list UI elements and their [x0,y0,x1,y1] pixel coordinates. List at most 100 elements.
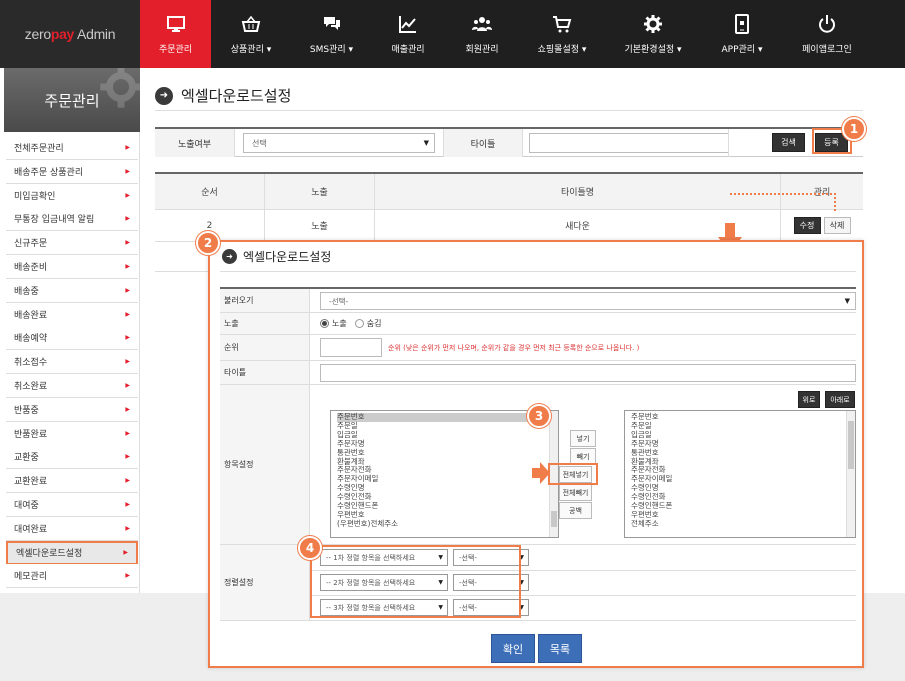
list-item[interactable]: 수령인핸드폰 [631,501,853,511]
title-filter-input[interactable] [529,133,729,153]
sidebar-item[interactable]: 무통장 입금내역 알림 ▶ [6,207,138,232]
sidebar-title: 주문관리 [4,68,140,132]
nav-item-member[interactable]: 회원관리 [444,0,520,68]
show-radio[interactable] [320,319,329,328]
sidebar-item-label: 대여중 [14,501,39,511]
nav-item-shop-settings[interactable]: 쇼핑몰설정 ▾ [520,0,604,68]
caret-down-icon: ▼ [423,139,429,147]
sidebar-item[interactable]: 대여완료 ▶ [6,516,138,541]
sidebar-item[interactable]: 교환중 ▶ [6,445,138,470]
list-item[interactable]: 주문자명 [631,439,853,449]
chevron-right-icon: ▶ [125,524,130,532]
step-badge-4: 4 [298,536,322,560]
rank-row: 순위 순위 (낮은 순위가 먼저 나오며, 순위가 같을 경우 먼저 최근 등록… [220,335,856,361]
nav-item-app[interactable]: APP관리 ▾ [702,0,782,68]
sidebar-item[interactable]: 배송주문 상품관리 ▶ [6,159,138,184]
list-item[interactable]: 통관번호 [631,448,853,458]
exposure-row: 노출 노출 숨김 [220,313,856,335]
arrow-right-icon [532,462,550,484]
sidebar-item-label: 배송주문 상품관리 [14,167,84,178]
move-up-button[interactable]: 위로 [798,391,820,408]
power-icon [819,14,835,33]
list-item[interactable]: 입금일 [631,430,853,440]
rank-input[interactable] [320,338,382,357]
sidebar-item[interactable]: 배송준비 ▶ [6,255,138,279]
list-item[interactable]: (우편번호)전체주소 [337,519,556,529]
page-title: ➜ 엑셀다운로드설정 [155,85,291,106]
list-button[interactable]: 목록 [538,634,582,663]
divider [155,110,863,111]
page-title-text: 엑셀다운로드설정 [181,87,292,105]
nav-item-product[interactable]: 상품관리 ▾ [211,0,291,68]
delete-button[interactable]: 삭제 [823,217,851,234]
chevron-right-icon: ▶ [125,572,130,580]
nav-item-basic-settings[interactable]: 기본환경설정 ▾ [604,0,702,68]
sidebar-item[interactable]: 메모관리 ▶ [6,564,138,589]
step-badge-3: 3 [527,404,551,428]
exposure-label: 노출 [220,313,310,334]
list-item[interactable]: 입금일 [337,430,556,440]
cell-exposure: 노출 [265,210,375,241]
sidebar-item[interactable]: 대여중 ▶ [6,493,138,517]
sidebar-item[interactable]: 반품완료 ▶ [6,421,138,446]
sidebar-item[interactable]: 배송예약 ▶ [6,326,138,351]
chevron-right-icon: ▶ [125,167,130,175]
chevron-right-icon: ▶ [125,144,130,151]
scrollbar-thumb[interactable] [848,421,854,469]
blank-button[interactable]: 공백 [559,502,592,519]
sidebar-item[interactable]: 배송완료 ▶ [6,302,138,327]
list-item[interactable]: 주문번호 [337,412,556,422]
scrollbar-thumb[interactable] [551,511,557,527]
chevron-right-icon: ▶ [125,286,130,294]
sidebar-item[interactable]: 엑셀다운로드설정 ▶ [6,540,138,565]
remove-all-button[interactable]: 전체빼기 [559,484,592,501]
nav-item-sms[interactable]: SMS관리 ▾ [291,0,372,68]
arrow-right-icon: ➜ [222,249,237,264]
sidebar-item[interactable]: 신규주문 ▶ [6,231,138,256]
sidebar-item[interactable]: 전체주문관리 ▶ [6,136,138,160]
list-item[interactable]: 주문일 [337,421,556,431]
logo-text-admin: Admin [77,26,116,42]
sidebar-item[interactable]: 배송중 ▶ [6,278,138,303]
scrollbar[interactable] [846,411,855,537]
exposure-filter-select[interactable]: 선택 ▼ [243,133,435,153]
add-button[interactable]: 넣기 [570,430,596,447]
confirm-button[interactable]: 확인 [491,634,535,663]
list-item[interactable]: 주문일 [631,421,853,431]
sidebar-item[interactable]: 취소접수 ▶ [6,350,138,375]
list-item[interactable]: 주문자이메일 [337,474,556,484]
sidebar-item[interactable]: 반품중 ▶ [6,397,138,422]
list-item[interactable]: 주문자이메일 [631,474,853,484]
title-input[interactable] [320,364,856,382]
nav-item-sales[interactable]: 매출관리 [372,0,444,68]
title-filter-label: 타이틀 [443,129,523,157]
sidebar-item-label: 반품중 [14,405,39,416]
list-item[interactable]: 주문번호 [631,412,853,422]
logo[interactable]: zero pay Admin [0,0,140,68]
nav-item-payapp-login[interactable]: 페이앱로그인 [782,0,872,68]
chevron-right-icon: ▶ [125,453,130,461]
sort-label: 정렬설정 [220,545,310,620]
selected-fields-listbox[interactable]: 주문번호 주문일 입금일 주문자명 통관번호 환불계좌 주문자전화 주문자이메일 수령인명 수령인… [624,410,856,538]
list-item[interactable]: 통관번호 [337,448,556,458]
sidebar-item[interactable]: 교환완료 ▶ [6,469,138,494]
list-item[interactable]: 수령인핸드폰 [337,501,556,511]
list-item[interactable]: 우편번호 [631,510,853,520]
available-fields-listbox[interactable]: 주문번호 주문일 입금일 주문자명 통관번호 환불계좌 주문자전화 주문자이메일 수령인명 수령인… [330,410,559,538]
sidebar-item[interactable]: 취소완료 ▶ [6,374,138,398]
sidebar-item-label: 배송완료 [14,310,48,321]
chevron-right-icon: ▶ [125,477,130,485]
nav-label: 주문관리 [158,44,193,55]
search-button[interactable]: 검색 [772,133,805,152]
load-select[interactable]: -선택- ▼ [320,292,856,310]
list-item[interactable]: 주문자명 [337,439,556,449]
move-down-button[interactable]: 아래로 [825,391,855,408]
monitor-icon [166,15,185,32]
sidebar-item[interactable]: 미입금확인 ▶ [6,183,138,208]
chevron-right-icon: ▶ [125,191,130,199]
chevron-right-icon: ▶ [125,358,130,366]
nav-item-order[interactable]: 주문관리 [140,0,211,68]
edit-button[interactable]: 수정 [793,217,821,234]
list-item[interactable]: 전체주소 [631,519,853,529]
hide-radio[interactable] [354,319,364,328]
